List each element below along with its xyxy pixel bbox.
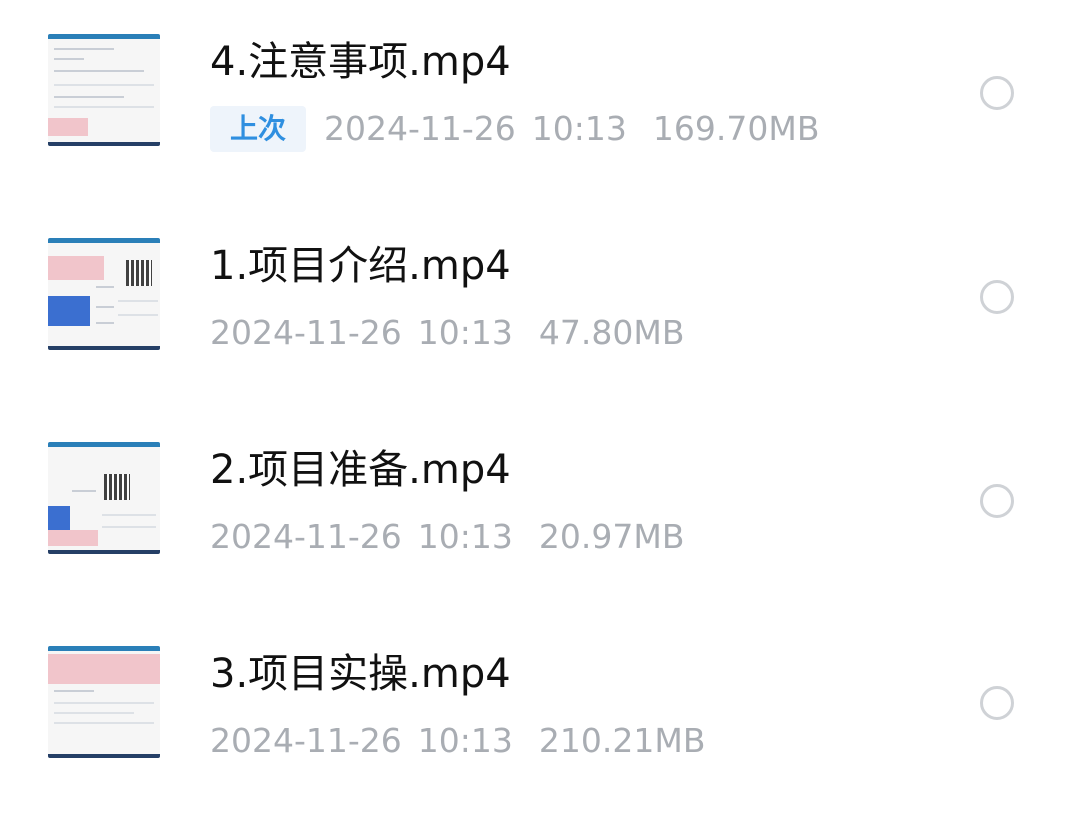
file-meta: 上次 2024-11-26 10:13 169.70MB [210, 103, 820, 153]
file-time: 10:13 [417, 720, 513, 760]
file-time: 10:13 [417, 312, 513, 352]
file-size: 20.97MB [538, 516, 685, 556]
video-thumbnail [48, 442, 160, 554]
file-name: 2.项目准备.mp4 [210, 447, 511, 493]
file-size: 169.70MB [652, 108, 820, 148]
file-meta: 2024-11-26 10:13 20.97MB [210, 511, 684, 561]
file-date: 2024-11-26 [210, 720, 402, 760]
last-played-badge: 上次 [210, 105, 307, 152]
file-row[interactable]: 4.注意事项.mp4 上次 2024-11-26 10:13 169.70MB [0, 0, 1080, 204]
file-date: 2024-11-26 [210, 516, 402, 556]
video-thumbnail [48, 34, 160, 146]
file-name: 1.项目介绍.mp4 [210, 243, 511, 289]
file-row[interactable]: 3.项目实操.mp4 2024-11-26 10:13 210.21MB [0, 612, 1080, 816]
file-row[interactable]: 1.项目介绍.mp4 2024-11-26 10:13 47.80MB [0, 204, 1080, 408]
file-time: 10:13 [417, 516, 513, 556]
file-date: 2024-11-26 [324, 108, 516, 148]
file-list: 4.注意事项.mp4 上次 2024-11-26 10:13 169.70MB 1.项… [0, 0, 1080, 815]
file-time: 10:13 [531, 108, 627, 148]
file-meta: 2024-11-26 10:13 210.21MB [210, 715, 705, 765]
file-name: 4.注意事项.mp4 [210, 39, 511, 85]
file-size: 47.80MB [538, 312, 685, 352]
select-radio[interactable] [980, 484, 1014, 518]
video-thumbnail [48, 646, 160, 758]
select-radio[interactable] [980, 76, 1014, 110]
file-size: 210.21MB [538, 720, 706, 760]
file-row[interactable]: 2.项目准备.mp4 2024-11-26 10:13 20.97MB [0, 408, 1080, 612]
file-meta: 2024-11-26 10:13 47.80MB [210, 307, 684, 357]
file-name: 3.项目实操.mp4 [210, 651, 511, 697]
select-radio[interactable] [980, 686, 1014, 720]
video-thumbnail [48, 238, 160, 350]
file-date: 2024-11-26 [210, 312, 402, 352]
select-radio[interactable] [980, 280, 1014, 314]
